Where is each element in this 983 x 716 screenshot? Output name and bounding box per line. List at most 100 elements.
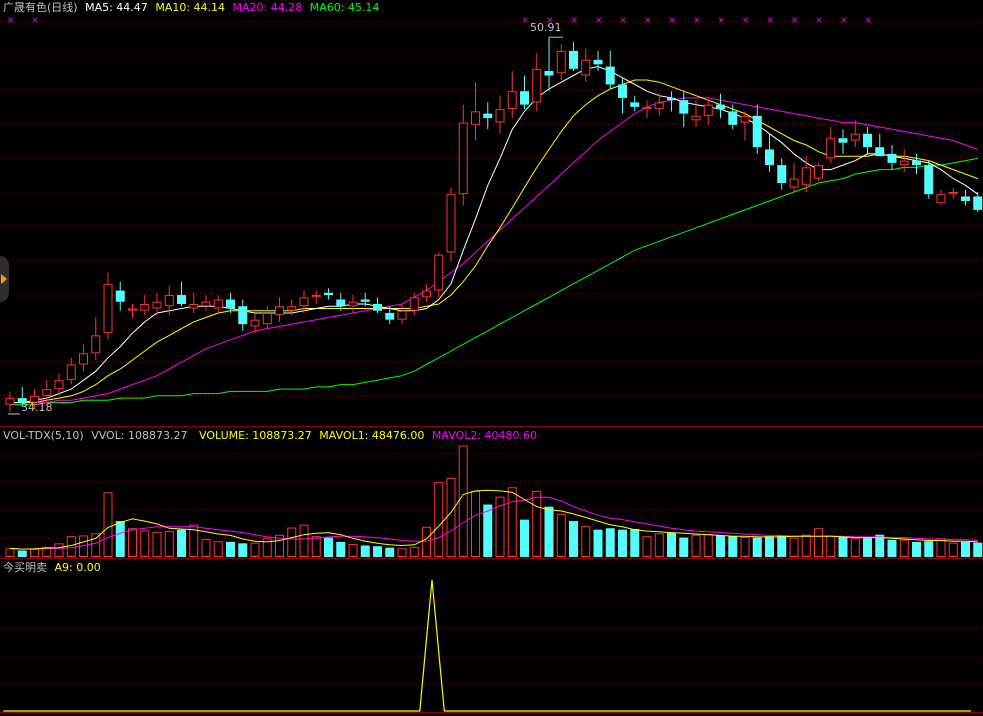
volume-bar-down bbox=[630, 528, 640, 557]
candle-body-up bbox=[128, 308, 137, 311]
volume-bar-up bbox=[5, 548, 15, 557]
volume-bar-up bbox=[140, 530, 150, 557]
volume-bar-up bbox=[409, 546, 419, 557]
volume-bar-up bbox=[581, 526, 591, 557]
volume-bar-up bbox=[703, 534, 713, 557]
mavol1-label: MAVOL1: 48476.00 bbox=[319, 429, 425, 442]
candle-body-up bbox=[262, 312, 272, 325]
volume-bar-down bbox=[777, 535, 787, 557]
candle-body-up bbox=[5, 398, 15, 405]
vvol-label: VVOL: 108873.27 bbox=[91, 429, 188, 442]
candle-body-down bbox=[520, 91, 529, 105]
volume-bar-down bbox=[973, 542, 983, 557]
volume-bar-down bbox=[863, 537, 872, 557]
candle-body-up bbox=[936, 194, 946, 204]
candle-body-up bbox=[189, 304, 199, 309]
candle-body-down bbox=[777, 165, 787, 184]
volume-bar-down bbox=[924, 541, 934, 557]
candle-body-up bbox=[495, 109, 505, 123]
volume-bar-down bbox=[728, 536, 738, 557]
candle-body-down bbox=[483, 113, 493, 119]
volume-bar-down bbox=[912, 541, 921, 557]
volume-bar-up bbox=[691, 534, 701, 557]
candle-body-down bbox=[630, 102, 640, 107]
signal-marker: × bbox=[742, 16, 750, 26]
indicator-legend: 今买明卖 A9: 0.00 bbox=[3, 561, 101, 574]
candle-body-up bbox=[201, 301, 211, 307]
candle-body-up bbox=[703, 104, 713, 116]
volume-legend: VOL-TDX(5,10) VVOL: 108873.27 VOLUME: 10… bbox=[3, 429, 537, 442]
volume-bar-down bbox=[667, 532, 676, 557]
volume-bar-up bbox=[250, 542, 260, 557]
volume-bar-up bbox=[311, 536, 321, 557]
candle-body-up bbox=[446, 194, 456, 253]
candle-body-down bbox=[360, 299, 370, 302]
volume-bar-up bbox=[152, 531, 162, 557]
candle-body-down bbox=[667, 97, 676, 101]
volume-bar-up bbox=[642, 536, 652, 557]
candle-body-up bbox=[654, 102, 664, 110]
volume-bar-up bbox=[446, 477, 456, 557]
volume-bar-down bbox=[593, 529, 603, 557]
volume-bar-down bbox=[961, 541, 970, 557]
low-price-label: 34.18 bbox=[21, 401, 53, 414]
candle-body-up bbox=[152, 301, 162, 309]
signal-marker: × bbox=[865, 16, 873, 26]
volume-bar-up bbox=[91, 533, 101, 557]
candle-body-down bbox=[961, 196, 970, 201]
volume-bar-down bbox=[765, 536, 774, 557]
volume-bar-up bbox=[434, 482, 444, 557]
volume-bar-down bbox=[838, 536, 848, 557]
ma60-line bbox=[10, 157, 978, 406]
candle-body-down bbox=[177, 295, 186, 304]
candle-body-down bbox=[336, 299, 346, 307]
candle-body-down bbox=[728, 111, 738, 125]
volume-bar-down bbox=[238, 543, 248, 557]
candle-body-up bbox=[789, 178, 799, 188]
volume-bar-up bbox=[826, 535, 836, 557]
candle-body-up bbox=[299, 297, 309, 307]
volume-bar-down bbox=[385, 547, 395, 557]
signal-marker: × bbox=[816, 16, 824, 26]
high-price-label: 50.91 bbox=[530, 21, 562, 34]
volume-bar-up bbox=[103, 492, 113, 557]
a9-label: A9: 0.00 bbox=[54, 561, 101, 574]
volume-label: VOLUME: 108873.27 bbox=[199, 429, 312, 442]
sidebar-toggle-handle[interactable] bbox=[0, 256, 9, 302]
candle-body-down bbox=[593, 59, 603, 65]
volume-bar-down bbox=[336, 541, 346, 557]
signal-marker: × bbox=[840, 16, 848, 26]
volume-bar-up bbox=[814, 528, 823, 557]
volume-bar-up bbox=[899, 539, 909, 557]
volume-bar-up bbox=[30, 549, 39, 557]
volume-bar-down bbox=[177, 529, 186, 557]
candle-body-down bbox=[238, 306, 248, 325]
candle-body-up bbox=[311, 295, 321, 298]
signal-marker: × bbox=[522, 16, 530, 26]
candle-body-up bbox=[814, 165, 823, 179]
candle-body-up bbox=[287, 306, 297, 311]
stock-title: 广晟有色(日线) bbox=[3, 1, 78, 14]
mavol2-label: MAVOL2: 40480.60 bbox=[431, 429, 538, 442]
volume-bar-down bbox=[716, 535, 725, 557]
candle-body-down bbox=[924, 165, 934, 195]
candle-body-down bbox=[618, 84, 627, 98]
volume-bar-up bbox=[397, 548, 407, 557]
candle-body-up bbox=[397, 310, 407, 320]
candle-body-up bbox=[54, 380, 64, 390]
candle-body-up bbox=[581, 59, 591, 76]
chart-canvas: × × × × × × × × × × × × × × × × × bbox=[0, 16, 983, 713]
signal-marker: × bbox=[571, 16, 579, 26]
candle-body-up bbox=[899, 160, 909, 166]
volume-bar-up bbox=[740, 536, 750, 557]
volume-bar-up bbox=[801, 534, 811, 557]
expand-arrow-icon bbox=[1, 274, 7, 284]
candle-body-down bbox=[912, 160, 921, 166]
candle-body-up bbox=[850, 133, 860, 141]
volume-bar-up bbox=[458, 445, 468, 557]
volume-bar-up bbox=[936, 538, 946, 557]
volume-bar-down bbox=[373, 546, 382, 557]
volume-bar-down bbox=[324, 537, 333, 557]
kline-chart-window: × × × × × × × × × × × × × × × × × 广晟有色(日线) MA5: 44.47 MA… bbox=[0, 0, 983, 716]
signal-marker: × bbox=[791, 16, 799, 26]
